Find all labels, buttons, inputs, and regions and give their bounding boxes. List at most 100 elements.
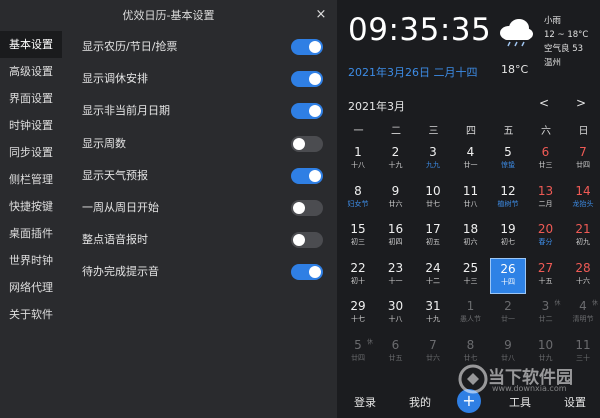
- lunar-label: 十三: [463, 276, 478, 285]
- lunar-label: 廿四: [351, 353, 365, 362]
- option-label: 显示调休安排: [82, 72, 148, 86]
- day-cell[interactable]: 2 十九: [378, 142, 414, 178]
- day-cell[interactable]: 23 十一: [378, 258, 414, 294]
- day-cell[interactable]: 14 龙抬头: [565, 181, 600, 217]
- weather-info[interactable]: 小雨 12 ~ 18°C 空气良 53 温州: [544, 14, 588, 70]
- day-cell[interactable]: 9 廿八: [490, 335, 526, 371]
- day-cell[interactable]: 7 廿六: [415, 335, 451, 371]
- sidebar-item-4[interactable]: 同步设置: [0, 139, 62, 166]
- sidebar-item-6[interactable]: 快捷按键: [0, 193, 62, 220]
- day-cell[interactable]: 28 十六: [565, 258, 600, 294]
- day-cell[interactable]: 6 廿五: [378, 335, 414, 371]
- option-toggle[interactable]: [291, 199, 323, 216]
- close-icon[interactable]: ×: [313, 7, 329, 23]
- day-cell[interactable]: 1 愚人节: [453, 296, 489, 332]
- weekday-label: 一: [353, 126, 364, 137]
- sidebar-item-1[interactable]: 高级设置: [0, 58, 62, 85]
- day-cell[interactable]: 9 廿六: [378, 181, 414, 217]
- day-number: 9: [391, 183, 400, 198]
- lunar-label: 廿三: [538, 161, 553, 169]
- day-cell[interactable]: 8 妇女节: [340, 181, 376, 217]
- day-cell[interactable]: 3 九九: [415, 142, 451, 178]
- settings-button[interactable]: 设置: [564, 394, 586, 410]
- day-cell[interactable]: 2 廿一: [490, 296, 526, 332]
- day-number: 26: [500, 261, 516, 276]
- day-number: 27: [537, 260, 554, 275]
- option-toggle[interactable]: [291, 264, 323, 281]
- day-cell[interactable]: 19 初七: [490, 219, 526, 255]
- day-cell[interactable]: 15 初三: [340, 219, 376, 255]
- day-cell[interactable]: 29 十七: [340, 296, 376, 332]
- day-number: 9: [504, 337, 512, 352]
- option-row: 显示非当前月日期: [82, 96, 327, 128]
- day-cell[interactable]: 11 三十: [565, 335, 600, 371]
- day-number: 7: [579, 145, 587, 159]
- day-cell[interactable]: 12 植树节: [490, 181, 526, 217]
- day-cell[interactable]: 1 十八: [340, 142, 376, 178]
- day-cell[interactable]: 6 廿三: [528, 142, 564, 178]
- day-cell[interactable]: 24 十二: [415, 258, 451, 294]
- lunar-label: 廿一: [463, 161, 478, 169]
- option-toggle[interactable]: [291, 103, 323, 120]
- day-cell[interactable]: 20 春分: [528, 219, 564, 255]
- prev-month-button[interactable]: <: [537, 95, 551, 111]
- day-number: 31: [425, 299, 441, 313]
- lunar-label: 龙抬头: [572, 199, 594, 208]
- sidebar-item-10[interactable]: 关于软件: [0, 301, 62, 328]
- holiday-tag: 休: [591, 300, 598, 307]
- sidebar-item-2[interactable]: 界面设置: [0, 85, 62, 112]
- option-toggle[interactable]: [291, 167, 323, 184]
- day-cell[interactable]: 18 初六: [453, 219, 489, 255]
- day-cell[interactable]: 25 十三: [453, 258, 489, 294]
- day-cell[interactable]: 11 廿八: [453, 181, 489, 217]
- lunar-label: 初三: [351, 238, 365, 246]
- day-cell[interactable]: 30 十八: [378, 296, 414, 332]
- day-cell[interactable]: 4 清明节休: [565, 296, 600, 332]
- day-cell[interactable]: 10 廿九: [528, 335, 564, 371]
- day-cell[interactable]: 8 廿七: [453, 335, 489, 371]
- login-button[interactable]: 登录: [354, 394, 376, 410]
- option-toggle[interactable]: [291, 232, 323, 249]
- month-label[interactable]: 2021年3月: [348, 98, 405, 114]
- option-label: 显示农历/节日/抢票: [82, 40, 178, 53]
- day-cell[interactable]: 27 十五: [528, 258, 564, 294]
- current-date: 2021年3月26日 二月十四: [348, 66, 478, 79]
- day-cell[interactable]: 21 初九: [565, 219, 600, 255]
- day-cell[interactable]: 5 惊蛰: [490, 142, 526, 178]
- day-cell[interactable]: 5 廿四休: [340, 335, 376, 371]
- option-row: 整点语音报时: [82, 225, 327, 257]
- next-month-button[interactable]: >: [574, 95, 588, 111]
- day-cell-today[interactable]: 26 十四: [490, 257, 526, 294]
- sidebar-item-3[interactable]: 时钟设置: [0, 112, 62, 139]
- option-toggle[interactable]: [291, 71, 323, 88]
- sidebar-item-8[interactable]: 世界时钟: [0, 247, 62, 274]
- mine-button[interactable]: 我的: [409, 394, 431, 410]
- option-toggle[interactable]: [291, 135, 323, 152]
- calendar-grid: 1 十八 2 十九 3 九九 4 廿一 5 惊蛰 6 廿三 7 廿四 8 妇女节 9 廿六 10 廿七 11 廿八 12 植树…: [337, 142, 600, 372]
- day-cell[interactable]: 17 初五: [415, 219, 451, 255]
- day-cell[interactable]: 13 二月: [528, 181, 564, 217]
- option-toggle[interactable]: [291, 39, 323, 55]
- lunar-label: 十九: [426, 315, 440, 323]
- rain-cloud-icon: [500, 19, 533, 47]
- day-cell[interactable]: 3 廿二休: [528, 296, 564, 332]
- day-cell[interactable]: 4 廿一: [453, 142, 489, 178]
- sidebar-item-0[interactable]: 基本设置: [0, 31, 62, 58]
- day-cell[interactable]: 16 初四: [378, 219, 414, 255]
- sidebar-item-9[interactable]: 网络代理: [0, 274, 62, 301]
- tools-button[interactable]: 工具: [509, 394, 531, 410]
- settings-title: 优效日历-基本设置: [122, 9, 215, 22]
- day-number: 30: [387, 299, 404, 313]
- day-cell[interactable]: 22 初十: [340, 258, 376, 294]
- add-button[interactable]: +: [457, 389, 481, 413]
- sidebar-item-5[interactable]: 侧栏管理: [0, 166, 62, 193]
- day-number: 8: [466, 337, 475, 352]
- day-cell[interactable]: 31 十九: [415, 296, 451, 332]
- day-cell[interactable]: 7 廿四: [565, 142, 600, 178]
- air-quality: 空气良 53: [544, 44, 584, 54]
- day-number: 2: [504, 299, 512, 313]
- day-cell[interactable]: 10 廿七: [415, 181, 451, 217]
- weekday-header: 一二三四五六日: [337, 122, 600, 138]
- sidebar-item-7[interactable]: 桌面插件: [0, 220, 62, 247]
- toggle-knob: [309, 266, 321, 279]
